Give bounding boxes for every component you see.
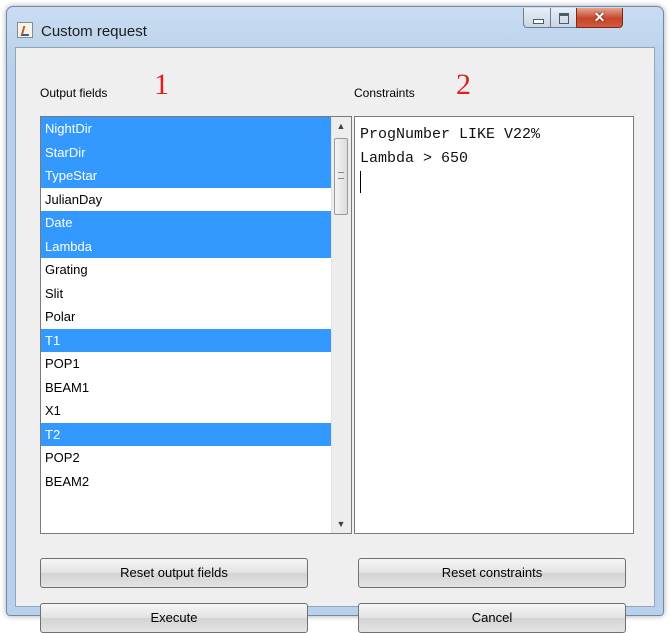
- list-item[interactable]: POP2: [41, 446, 332, 470]
- list-scrollbar[interactable]: ▲ ▼: [331, 117, 351, 533]
- list-item[interactable]: X1: [41, 399, 332, 423]
- list-item[interactable]: Date: [41, 211, 332, 235]
- reset-constraints-button[interactable]: Reset constraints: [358, 558, 626, 588]
- list-item[interactable]: BEAM1: [41, 376, 332, 400]
- execute-button[interactable]: Execute: [40, 603, 308, 633]
- output-fields-label: Output fields: [40, 86, 108, 100]
- arrow-up-icon[interactable]: ▲: [332, 117, 350, 135]
- constraints-number: 2: [456, 68, 471, 101]
- custom-request-window: Custom request Output fields 1 Constrain…: [6, 6, 664, 633]
- list-item[interactable]: Polar: [41, 305, 332, 329]
- reset-output-fields-button[interactable]: Reset output fields: [40, 558, 308, 588]
- arrow-down-icon[interactable]: ▼: [332, 515, 350, 533]
- close-icon[interactable]: [576, 8, 623, 28]
- list-item[interactable]: POP1: [41, 352, 332, 376]
- java-cup-icon: [17, 22, 33, 38]
- output-fields-number: 1: [154, 68, 169, 101]
- output-fields-list[interactable]: NightDir StarDir TypeStar JulianDay Date Lamb…: [40, 116, 352, 534]
- list-item[interactable]: JulianDay: [41, 188, 332, 212]
- output-fields-list-items: NightDir StarDir TypeStar JulianDay Date Lamb…: [41, 117, 332, 533]
- constraint-line: ProgNumber LIKE V22%: [360, 126, 541, 143]
- list-item[interactable]: T2: [41, 422, 332, 446]
- list-item[interactable]: Lambda: [41, 234, 332, 258]
- list-item[interactable]: T1: [41, 328, 332, 352]
- list-item[interactable]: StarDir: [41, 140, 332, 164]
- window-title: Custom request: [41, 23, 147, 40]
- scrollbar-thumb[interactable]: [334, 138, 348, 215]
- minimize-icon[interactable]: [523, 8, 551, 28]
- list-item[interactable]: Grating: [41, 258, 332, 282]
- maximize-icon[interactable]: [550, 8, 577, 28]
- text-caret: [360, 171, 628, 195]
- constraint-line: Lambda > 650: [360, 150, 469, 167]
- list-item[interactable]: BEAM2: [41, 470, 332, 494]
- dialog-content: Output fields 1 Constraints 2 NightDir St…: [15, 47, 655, 633]
- title-bar[interactable]: Custom request: [7, 7, 663, 47]
- list-item[interactable]: NightDir: [41, 117, 332, 141]
- constraints-label: Constraints: [354, 86, 415, 100]
- cancel-button[interactable]: Cancel: [358, 603, 626, 633]
- list-item[interactable]: TypeStar: [41, 164, 332, 188]
- constraints-textarea[interactable]: ProgNumber LIKE V22% Lambda > 650: [354, 116, 634, 534]
- list-item[interactable]: Slit: [41, 282, 332, 306]
